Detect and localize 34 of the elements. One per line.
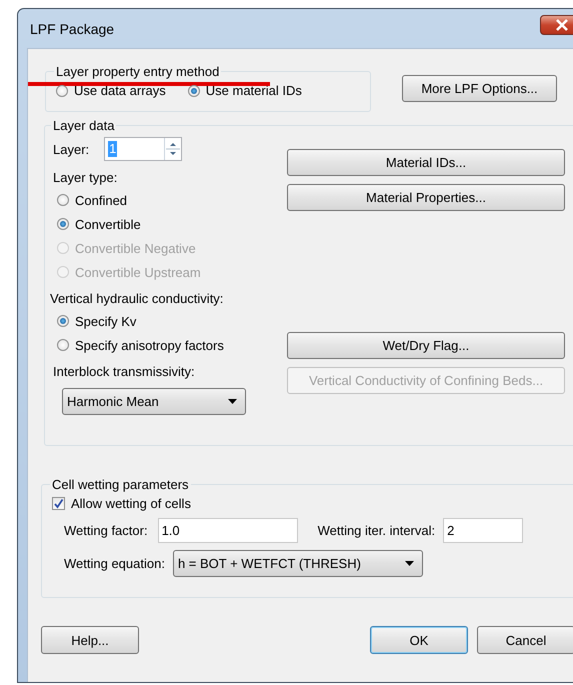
more-options-button[interactable]: More LPF Options... — [402, 74, 557, 102]
wetting-equation-label: Wetting equation: — [64, 556, 165, 571]
transmissivity-dropdown[interactable]: Harmonic Mean — [62, 388, 246, 415]
wetting-equation-dropdown[interactable]: h = BOT + WETFCT (THRESH) — [172, 550, 423, 577]
dropdown-arrow-icon — [228, 399, 237, 404]
radio-option[interactable]: Confined — [57, 191, 279, 209]
radio-option[interactable]: Use data arrays — [56, 83, 166, 98]
dialog-button[interactable]: Cancel — [477, 626, 573, 654]
dialog-button[interactable]: Material IDs... — [287, 149, 565, 176]
dialog-button[interactable]: Wet/Dry Flag... — [287, 332, 565, 359]
layer-type-label: Layer type: — [53, 170, 118, 185]
group-title: Cell wetting parameters — [51, 477, 190, 492]
conductivity-label: Vertical hydraulic conductivity: — [50, 291, 224, 306]
window-title: LPF Package — [30, 20, 114, 36]
interval-label: Wetting iter. interval: — [318, 523, 436, 538]
dialog-button[interactable]: OK — [370, 626, 468, 654]
wetting-factor-label: Wetting factor: — [64, 523, 148, 538]
radio-option[interactable]: Specify Kv — [57, 312, 279, 330]
group-title: Layer data — [52, 118, 116, 133]
layer-label: Layer: — [53, 142, 90, 156]
dropdown-arrow-icon — [404, 561, 414, 566]
radio-option[interactable]: Specify anisotropy factors — [57, 336, 279, 354]
checkbox-option[interactable]: Allow wetting of cells — [52, 496, 573, 511]
radio-option[interactable]: Convertible — [57, 215, 279, 233]
wetting-factor-field[interactable]: 1.0 — [158, 518, 298, 543]
group-title: Layer property entry method — [55, 64, 220, 79]
checkmark-icon — [53, 498, 64, 509]
dialog-button[interactable]: Material Properties... — [287, 184, 565, 211]
dialog-button[interactable]: Help... — [41, 626, 139, 654]
close-button[interactable] — [540, 15, 573, 35]
transmissivity-label: Interblock transmissivity: — [53, 364, 196, 379]
interval-field[interactable]: 2 — [443, 518, 524, 543]
close-icon — [555, 19, 569, 31]
radio-option[interactable]: Use material IDs — [188, 83, 302, 98]
